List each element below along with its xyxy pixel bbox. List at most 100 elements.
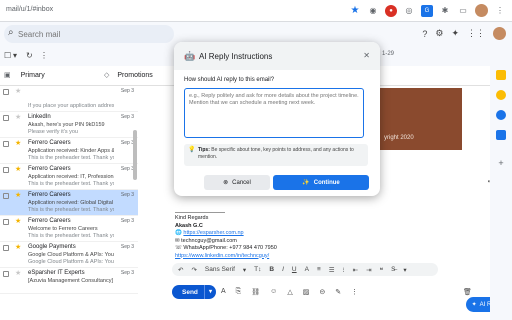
help-icon[interactable]: ? — [422, 29, 427, 39]
puzzle-icon[interactable]: ✱ — [439, 5, 451, 17]
compose-options: A ⎘ ⛓ ☺ △ ▨ ⊝ ✎ ⋮ — [221, 288, 358, 296]
translate-icon[interactable]: G — [421, 4, 433, 17]
list-item[interactable]: ★ If you place your application address Se… — [0, 86, 138, 112]
row-date: Sep 3 — [120, 270, 134, 276]
star-icon[interactable]: ★ — [15, 191, 21, 199]
contacts-icon[interactable] — [496, 130, 506, 140]
tip-heading: Tips: — [198, 147, 210, 153]
redo-icon[interactable]: ↷ — [191, 266, 196, 274]
refresh-icon[interactable]: ↻ — [26, 51, 33, 60]
instructions-input[interactable] — [184, 88, 364, 138]
select-all-checkbox-icon[interactable]: ☐ — [4, 51, 11, 60]
row-date: Sep 3 — [120, 192, 134, 198]
indent-icon[interactable]: ⇤ — [353, 266, 358, 274]
search-input[interactable] — [18, 27, 158, 41]
continue-button[interactable]: ✨ Continue — [273, 175, 369, 190]
profile-avatar[interactable] — [475, 4, 488, 17]
row-checkbox[interactable] — [3, 89, 9, 95]
apps-icon[interactable]: ⋮⋮ — [467, 28, 485, 39]
quote-icon[interactable]: ❝ — [380, 266, 384, 274]
bookmark-star-icon[interactable]: ★ — [349, 5, 361, 17]
star-icon[interactable]: ★ — [15, 243, 21, 251]
tip-text: Be specific about tone, key points to ad… — [198, 147, 354, 160]
close-icon[interactable]: ✕ — [363, 51, 370, 60]
account-avatar[interactable] — [493, 27, 506, 40]
camera-icon[interactable]: ◉ — [367, 5, 379, 17]
signature-icon[interactable]: ✎ — [335, 288, 341, 296]
row-date: Sep 3 — [120, 114, 134, 120]
more-icon[interactable]: ⋮ — [494, 5, 506, 17]
star-icon[interactable]: ★ — [15, 165, 21, 173]
text-color-icon[interactable]: A — [305, 266, 309, 273]
tab-primary[interactable]: ▣ Primary — [4, 71, 45, 80]
row-checkbox[interactable] — [3, 141, 9, 147]
star-icon[interactable]: ★ — [15, 113, 21, 121]
send-button[interactable]: Send ▾ — [172, 285, 216, 299]
chevron-down-icon[interactable]: ▾ — [403, 266, 406, 274]
address-bar[interactable]: mail/u/1/#inbox — [6, 6, 53, 13]
gemini-icon[interactable]: ✦ — [451, 28, 459, 39]
list-item[interactable]: ★ Ferrero Careers Application received: Gl… — [0, 190, 138, 216]
list-item[interactable]: ★ Ferrero Careers Application received: IT… — [0, 164, 138, 190]
signature-block[interactable]: Kind Regards Akash G.C 🌐 https://esparsh… — [175, 212, 277, 260]
signature-website-link[interactable]: https://esparsher.com.np — [183, 230, 243, 236]
row-checkbox[interactable] — [3, 193, 9, 199]
signature-linkedin-link[interactable]: https://www.linkedin.com/in/techncguy/ — [175, 253, 269, 259]
sidebar-toggle-icon[interactable]: ▭ — [457, 5, 469, 17]
list-item[interactable]: ★ Google Payments Google Cloud Platform & … — [0, 242, 138, 268]
outdent-icon[interactable]: ⇥ — [366, 266, 371, 274]
row-checkbox[interactable] — [3, 167, 9, 173]
tab-promotions[interactable]: ◇ Promotions — [104, 71, 153, 80]
list-item[interactable]: ★ eSparsher IT Experts [Azuvia Management … — [0, 268, 138, 294]
bold-icon[interactable]: B — [269, 266, 274, 273]
row-checkbox[interactable] — [3, 245, 9, 251]
keep-icon[interactable] — [496, 90, 506, 100]
drive-icon[interactable]: △ — [287, 288, 292, 296]
add-addon-icon[interactable]: + — [496, 158, 506, 168]
attach-icon[interactable]: ⎘ — [236, 288, 242, 296]
list-scrollbar[interactable] — [133, 130, 137, 180]
underline-icon[interactable]: U — [292, 266, 297, 273]
row-checkbox[interactable] — [3, 219, 9, 225]
italic-icon[interactable]: I — [282, 266, 284, 273]
star-icon[interactable]: ★ — [15, 139, 21, 147]
star-icon[interactable]: ★ — [15, 269, 21, 277]
lock-icon[interactable]: ⊝ — [319, 288, 325, 296]
link-icon[interactable]: ⛓ — [251, 288, 260, 296]
send-label: Send — [182, 288, 198, 296]
search-icon[interactable]: ⌕ — [8, 27, 14, 38]
formatting-options-icon[interactable]: A — [221, 288, 226, 296]
calendar-icon[interactable] — [496, 70, 506, 80]
font-select[interactable]: Sans Serif — [205, 266, 235, 273]
chevron-down-icon[interactable]: ▾ — [13, 51, 17, 60]
star-icon[interactable]: ★ — [15, 87, 21, 95]
undo-icon[interactable]: ↶ — [178, 266, 183, 274]
extension-icon[interactable]: ◎ — [403, 5, 415, 17]
numbered-list-icon[interactable]: ☰ — [329, 266, 335, 274]
photo-icon[interactable]: ▨ — [303, 288, 310, 296]
send-options-chevron-icon[interactable]: ▾ — [204, 285, 216, 299]
discard-draft-icon[interactable]: 🗑 — [463, 288, 472, 296]
row-checkbox[interactable] — [3, 271, 9, 277]
bulleted-list-icon[interactable]: ⁝ — [343, 266, 345, 274]
search-bar[interactable]: ⌕ — [4, 25, 174, 43]
cancel-button[interactable]: ⊗ Cancel — [204, 175, 270, 190]
signature-closing: Kind Regards — [175, 215, 209, 221]
align-icon[interactable]: ≡ — [317, 266, 321, 273]
more-options-icon[interactable]: ⋮ — [351, 288, 358, 296]
strikethrough-icon[interactable]: S̶ — [391, 266, 395, 273]
more-actions-icon[interactable]: ⋮ — [40, 51, 48, 60]
emoji-icon[interactable]: ☺ — [270, 288, 277, 296]
extension-red-icon[interactable]: ● — [385, 4, 397, 17]
dialog-title: AI Reply Instructions — [199, 52, 273, 61]
chevron-down-icon[interactable]: ▾ — [243, 266, 246, 274]
settings-icon[interactable]: ⚙ — [435, 28, 443, 39]
row-checkbox[interactable] — [3, 115, 9, 121]
list-item[interactable]: ★ LinkedIn Akash, here's your PIN 9kD159 Pl… — [0, 112, 138, 138]
tasks-icon[interactable] — [496, 110, 506, 120]
list-item[interactable]: ★ Ferrero Careers Application received: Ki… — [0, 138, 138, 164]
star-icon[interactable]: ★ — [15, 217, 21, 225]
list-item[interactable]: ★ Ferrero Careers Welcome to Ferrero Caree… — [0, 216, 138, 242]
row-snippet: Google Cloud Platform & APIs: Your in... — [28, 259, 114, 265]
text-size-icon[interactable]: T↕ — [254, 266, 261, 273]
